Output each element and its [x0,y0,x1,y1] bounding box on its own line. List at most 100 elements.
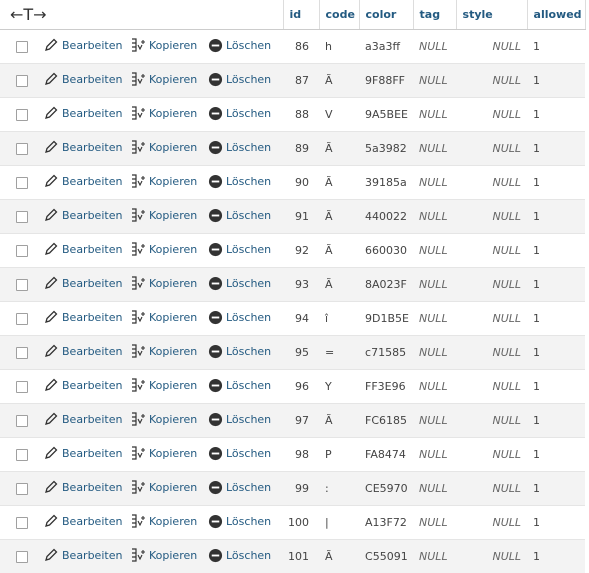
delete-button[interactable]: Löschen [208,140,271,155]
edit-button[interactable]: Bearbeiten [43,71,122,87]
edit-button[interactable]: Bearbeiten [43,445,122,461]
cell-id[interactable]: 92 [283,234,319,268]
cell-id[interactable]: 95 [283,336,319,370]
edit-button[interactable]: Bearbeiten [43,105,122,121]
cell-style[interactable]: NULL [456,268,527,302]
cell-tag[interactable]: NULL [413,370,456,404]
delete-button[interactable]: Löschen [208,412,271,427]
copy-button[interactable]: Kopieren [130,445,197,461]
cell-id[interactable]: 101 [283,540,319,573]
cell-allowed[interactable]: 1 [527,200,585,234]
column-nav-arrows[interactable]: ←T→ [0,0,283,30]
cell-style[interactable]: NULL [456,302,527,336]
cell-allowed[interactable]: 1 [527,166,585,200]
cell-color[interactable]: 9F88FF [359,64,413,98]
cell-code[interactable]: Ã [319,540,359,573]
cell-tag[interactable]: NULL [413,166,456,200]
row-checkbox[interactable] [16,347,28,359]
delete-button[interactable]: Löschen [208,106,271,121]
cell-id[interactable]: 87 [283,64,319,98]
copy-button[interactable]: Kopieren [130,309,197,325]
copy-button[interactable]: Kopieren [130,241,197,257]
cell-id[interactable]: 91 [283,200,319,234]
cell-color[interactable]: A13F72 [359,506,413,540]
cell-allowed[interactable]: 1 [527,404,585,438]
cell-tag[interactable]: NULL [413,132,456,166]
cell-allowed[interactable]: 1 [527,438,585,472]
cell-id[interactable]: 88 [283,98,319,132]
cell-code[interactable]: Y [319,370,359,404]
cell-allowed[interactable]: 1 [527,336,585,370]
cell-style[interactable]: NULL [456,506,527,540]
cell-id[interactable]: 96 [283,370,319,404]
cell-tag[interactable]: NULL [413,200,456,234]
cell-id[interactable]: 98 [283,438,319,472]
row-checkbox[interactable] [16,211,28,223]
row-checkbox[interactable] [16,41,28,53]
copy-button[interactable]: Kopieren [130,343,197,359]
delete-button[interactable]: Löschen [208,344,271,359]
copy-button[interactable]: Kopieren [130,513,197,529]
copy-button[interactable]: Kopieren [130,173,197,189]
edit-button[interactable]: Bearbeiten [43,513,122,529]
delete-button[interactable]: Löschen [208,208,271,223]
cell-code[interactable]: Ã [319,268,359,302]
cell-id[interactable]: 93 [283,268,319,302]
cell-color[interactable]: 660030 [359,234,413,268]
cell-code[interactable]: Ã [319,234,359,268]
delete-button[interactable]: Löschen [208,480,271,495]
column-header-id[interactable]: id [283,0,319,30]
column-header-tag[interactable]: tag [413,0,456,30]
cell-style[interactable]: NULL [456,30,527,64]
cell-tag[interactable]: NULL [413,234,456,268]
delete-button[interactable]: Löschen [208,378,271,393]
row-checkbox[interactable] [16,177,28,189]
row-checkbox[interactable] [16,517,28,529]
copy-button[interactable]: Kopieren [130,207,197,223]
cell-style[interactable]: NULL [456,370,527,404]
cell-style[interactable]: NULL [456,404,527,438]
row-checkbox[interactable] [16,449,28,461]
edit-button[interactable]: Bearbeiten [43,343,122,359]
row-checkbox[interactable] [16,279,28,291]
cell-style[interactable]: NULL [456,540,527,573]
cell-code[interactable]: Ã [319,132,359,166]
cell-code[interactable]: h [319,30,359,64]
cell-id[interactable]: 94 [283,302,319,336]
cell-tag[interactable]: NULL [413,302,456,336]
cell-style[interactable]: NULL [456,438,527,472]
cell-code[interactable]: Ã [319,200,359,234]
column-header-color[interactable]: color [359,0,413,30]
copy-button[interactable]: Kopieren [130,71,197,87]
edit-button[interactable]: Bearbeiten [43,37,122,53]
cell-code[interactable]: : [319,472,359,506]
cell-allowed[interactable]: 1 [527,234,585,268]
cell-style[interactable]: NULL [456,132,527,166]
delete-button[interactable]: Löschen [208,242,271,257]
cell-tag[interactable]: NULL [413,268,456,302]
cell-code[interactable]: Ã [319,404,359,438]
copy-button[interactable]: Kopieren [130,479,197,495]
cell-allowed[interactable]: 1 [527,30,585,64]
cell-allowed[interactable]: 1 [527,98,585,132]
cell-allowed[interactable]: 1 [527,472,585,506]
edit-button[interactable]: Bearbeiten [43,479,122,495]
cell-color[interactable]: 440022 [359,200,413,234]
copy-button[interactable]: Kopieren [130,105,197,121]
cell-style[interactable]: NULL [456,234,527,268]
edit-button[interactable]: Bearbeiten [43,207,122,223]
edit-button[interactable]: Bearbeiten [43,173,122,189]
cell-id[interactable]: 90 [283,166,319,200]
cell-color[interactable]: CE5970 [359,472,413,506]
row-checkbox[interactable] [16,415,28,427]
cell-tag[interactable]: NULL [413,506,456,540]
edit-button[interactable]: Bearbeiten [43,275,122,291]
copy-button[interactable]: Kopieren [130,37,197,53]
cell-tag[interactable]: NULL [413,30,456,64]
cell-id[interactable]: 97 [283,404,319,438]
edit-button[interactable]: Bearbeiten [43,547,122,563]
row-checkbox[interactable] [16,245,28,257]
cell-style[interactable]: NULL [456,64,527,98]
copy-button[interactable]: Kopieren [130,377,197,393]
row-checkbox[interactable] [16,313,28,325]
